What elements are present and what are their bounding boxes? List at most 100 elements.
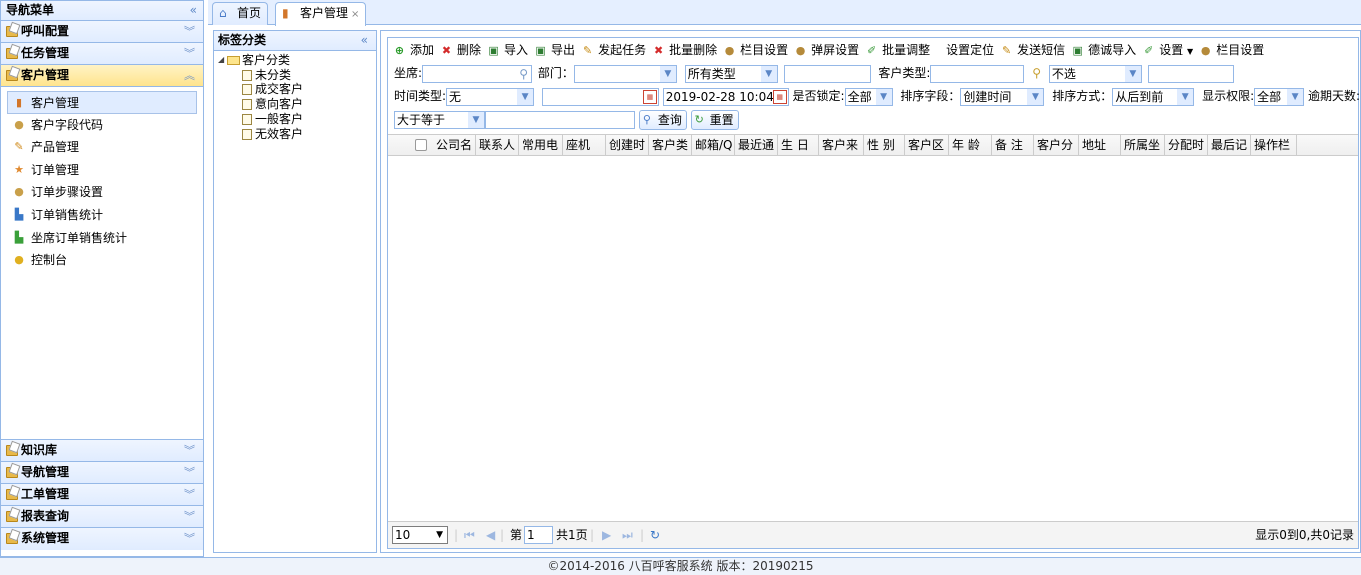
tree-node-leaf[interactable]: 未分类 [218, 68, 376, 83]
expand-icon[interactable]: ︾ [184, 484, 195, 505]
prev-page-icon[interactable]: ◀ [486, 522, 495, 549]
column-header[interactable]: 客户区 [905, 135, 949, 155]
popup-settings-button[interactable]: ● 弹屏设置 [794, 38, 859, 62]
locked-select[interactable]: 全部 ▼ [844, 87, 893, 106]
query-button[interactable]: ⚲ 查询 [638, 109, 687, 130]
last-page-icon[interactable]: ⏭ [622, 522, 633, 549]
column-header[interactable]: 分配时 [1165, 135, 1208, 155]
not-select-dropdown[interactable]: 不选 ▼ [1048, 64, 1142, 83]
import-button[interactable]: ▣ 导入 [487, 38, 528, 62]
end-date-input[interactable]: 2019-02-28 10:04:2 ▦ [662, 87, 789, 106]
search-icon[interactable]: ⚲ [1032, 66, 1041, 80]
column-header[interactable]: 客户类 [649, 135, 692, 155]
column-header[interactable]: 生 日 [778, 135, 819, 155]
first-page-icon[interactable]: ⏮ [464, 522, 475, 549]
nav-section-knowledge-base[interactable]: 知识库 ︾ [1, 440, 203, 462]
nav-section-customer-management[interactable]: 客户管理 ︽ [1, 65, 203, 87]
nav-section-system-management[interactable]: 系统管理 ︾ [1, 528, 203, 550]
set-location-button[interactable]: 设置定位 [936, 38, 994, 62]
extra-filter-input[interactable] [1147, 64, 1234, 83]
overdue-days-input[interactable] [485, 110, 635, 129]
permission-select[interactable]: 全部 ▼ [1254, 87, 1305, 106]
column-settings-button-2[interactable]: ● 栏目设置 [1199, 38, 1264, 62]
menu-item-customer-management[interactable]: ▮ 客户管理 [7, 91, 197, 114]
column-header[interactable]: 联系人 [476, 135, 519, 155]
refresh-icon[interactable]: ↻ [650, 522, 660, 549]
close-tab-icon[interactable]: × [351, 9, 359, 20]
page-size-select[interactable]: 10 ▼ [392, 526, 448, 544]
batch-adjust-button[interactable]: ✐ 批量调整 [865, 38, 930, 62]
expand-icon[interactable]: ︾ [184, 440, 195, 461]
send-sms-button[interactable]: ✎ 发送短信 [1000, 38, 1065, 62]
add-button[interactable]: ⊕ 添加 [393, 38, 434, 62]
select-all-checkbox[interactable] [415, 139, 427, 151]
tree-node-leaf[interactable]: 意向客户 [218, 97, 376, 112]
expand-icon[interactable]: ︾ [184, 528, 195, 549]
nav-section-report-query[interactable]: 报表查询 ︾ [1, 506, 203, 528]
collapse-left-icon[interactable]: « [361, 31, 368, 50]
column-settings-button[interactable]: ● 栏目设置 [723, 38, 788, 62]
menu-item-order-sales-stats[interactable]: ▙ 订单销售统计 [1, 204, 203, 227]
column-header[interactable]: 地址 [1079, 135, 1121, 155]
seat-search-input[interactable]: ⚲ [422, 64, 533, 83]
column-header[interactable]: 公司名 [433, 135, 476, 155]
export-button[interactable]: ▣ 导出 [534, 38, 575, 62]
menu-item-seat-order-sales-stats[interactable]: ▙ 坐席订单销售统计 [1, 227, 203, 250]
reset-button[interactable]: ↻ 重置 [690, 109, 739, 130]
collapse-icon[interactable]: ︽ [184, 65, 195, 86]
menu-item-customer-field-code[interactable]: ● 客户字段代码 [1, 114, 203, 137]
compare-select[interactable]: 大于等于 ▼ [394, 110, 485, 129]
expand-icon[interactable]: ︾ [184, 21, 195, 42]
sort-order-select[interactable]: 从后到前 ▼ [1112, 87, 1195, 106]
tree-node-leaf[interactable]: 成交客户 [218, 82, 376, 97]
tree-node-leaf[interactable]: 无效客户 [218, 127, 376, 142]
delete-button[interactable]: ✖ 删除 [440, 38, 481, 62]
search-icon[interactable]: ⚲ [519, 66, 528, 82]
column-header[interactable]: 操作栏 [1251, 135, 1297, 155]
page-number-input[interactable]: 1 [524, 526, 553, 544]
expand-icon[interactable]: ︾ [184, 506, 195, 527]
tab-home[interactable]: ⌂ 首页 [212, 2, 269, 25]
column-header[interactable]: 客户分 [1034, 135, 1079, 155]
tree-node-leaf[interactable]: 一般客户 [218, 112, 376, 127]
column-header[interactable]: 最后记 [1208, 135, 1251, 155]
calendar-icon[interactable]: ▦ [642, 89, 657, 104]
column-header[interactable]: 客户来 [819, 135, 864, 155]
nav-section-navigation-management[interactable]: 导航管理 ︾ [1, 462, 203, 484]
column-header[interactable]: 座机 [563, 135, 606, 155]
batch-delete-button[interactable]: ✖ 批量删除 [652, 38, 717, 62]
tab-customer-management[interactable]: ▮ 客户管理 × [275, 2, 367, 26]
dept-select[interactable]: ▼ [573, 64, 677, 83]
column-header[interactable]: 性 别 [864, 135, 905, 155]
menu-item-order-step-settings[interactable]: ● 订单步骤设置 [1, 181, 203, 204]
decheng-import-button[interactable]: ▣ 德诚导入 [1071, 38, 1136, 62]
start-date-input[interactable]: ▦ [541, 87, 659, 106]
sort-field-select[interactable]: 创建时间 ▼ [960, 87, 1045, 106]
nav-section-task-management[interactable]: 任务管理 ︾ [1, 43, 203, 65]
column-header[interactable]: 所属坐 [1121, 135, 1165, 155]
expand-icon[interactable]: ︾ [184, 43, 195, 64]
menu-item-order-management[interactable]: ★ 订单管理 [1, 159, 203, 182]
menu-item-console[interactable]: ● 控制台 [1, 249, 203, 272]
start-task-button[interactable]: ✎ 发起任务 [581, 38, 646, 62]
tree-expand-icon[interactable]: ◢ [218, 53, 224, 68]
expand-icon[interactable]: ︾ [184, 462, 195, 483]
next-page-icon[interactable]: ▶ [602, 522, 611, 549]
customer-type-input[interactable] [930, 64, 1025, 83]
collapse-left-icon[interactable]: « [190, 1, 197, 20]
nav-section-call-config[interactable]: 呼叫配置 ︾ [1, 21, 203, 43]
nav-section-ticket-management[interactable]: 工单管理 ︾ [1, 484, 203, 506]
calendar-icon[interactable]: ▦ [772, 89, 787, 104]
type-select[interactable]: 所有类型 ▼ [684, 64, 778, 83]
tree-node-root[interactable]: ◢ 客户分类 [218, 53, 376, 68]
menu-item-product-management[interactable]: ✎ 产品管理 [1, 136, 203, 159]
column-header[interactable]: 最近通 [735, 135, 778, 155]
column-header[interactable]: 创建时 [606, 135, 649, 155]
column-header[interactable]: 邮箱/Q [692, 135, 735, 155]
column-header[interactable]: 年 龄 [949, 135, 992, 155]
column-header[interactable]: 备 注 [992, 135, 1034, 155]
time-type-select[interactable]: 无 ▼ [446, 87, 535, 106]
settings-menu-button[interactable]: ✐ 设置 ▼ [1142, 38, 1193, 64]
column-header[interactable]: 常用电 [519, 135, 563, 155]
keyword-input[interactable] [783, 64, 871, 83]
